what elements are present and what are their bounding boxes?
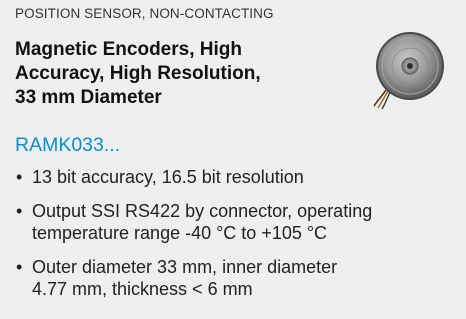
product-title-line: Accuracy, High Resolution,	[15, 63, 261, 84]
feature-list-item: • Output SSI RS422 by connector, operati…	[15, 200, 460, 244]
feature-text: Outer diameter 33 mm, inner diameter	[32, 257, 338, 277]
category-label: POSITION SENSOR, NON-CONTACTING	[15, 6, 274, 21]
product-title: Magnetic Encoders, High Accuracy, High R…	[15, 38, 355, 110]
bullet-icon: •	[16, 201, 23, 221]
product-title-line: 33 mm Diameter	[15, 87, 162, 108]
encoder-disc-image	[373, 32, 444, 110]
bullet-icon: •	[16, 167, 23, 187]
feature-text: temperature range -40 °C to +105 °C	[32, 223, 328, 243]
feature-list-item: • Outer diameter 33 mm, inner diameter 4…	[15, 256, 460, 300]
feature-text: Output SSI RS422 by connector, operating	[32, 201, 373, 221]
feature-list: • 13 bit accuracy, 16.5 bit resolution •…	[15, 166, 460, 312]
feature-list-item: • 13 bit accuracy, 16.5 bit resolution	[15, 166, 460, 188]
product-title-line: Magnetic Encoders, High	[15, 39, 242, 60]
encoder-photo	[368, 28, 454, 114]
feature-text: 13 bit accuracy, 16.5 bit resolution	[32, 167, 304, 187]
bullet-icon: •	[16, 257, 23, 277]
feature-text: 4.77 mm, thickness < 6 mm	[32, 279, 253, 299]
part-number-link[interactable]: RAMK033...	[15, 134, 120, 157]
